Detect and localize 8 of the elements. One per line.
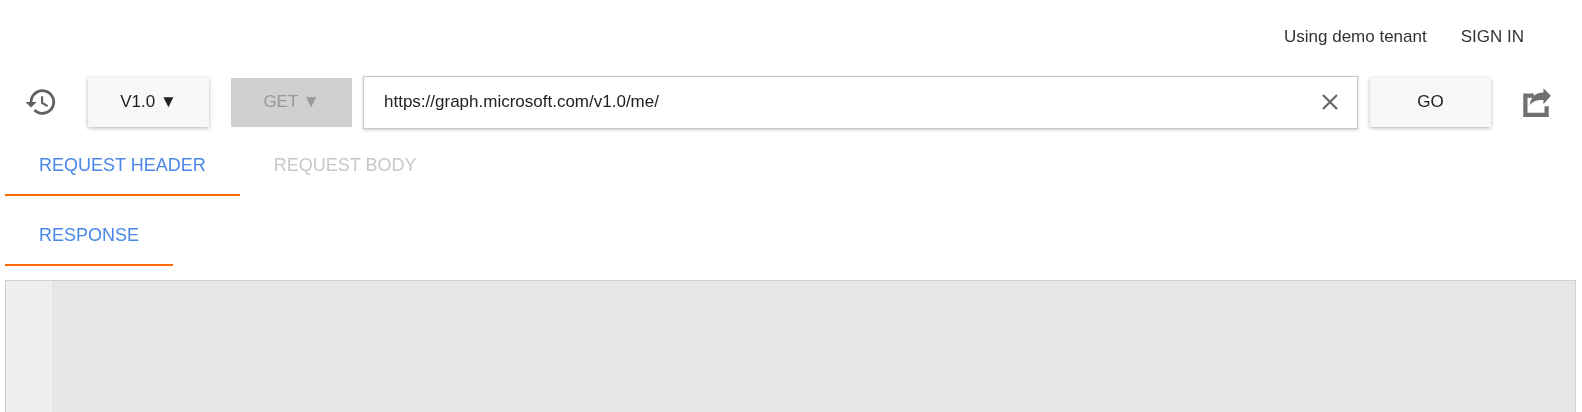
response-tab[interactable]: RESPONSE [5,206,174,266]
tenant-status: Using demo tenant [1284,27,1427,47]
go-button[interactable]: GO [1370,77,1491,127]
request-tab[interactable]: REQUEST HEADER [5,136,240,196]
sign-in-button[interactable]: SIGN IN [1460,27,1524,47]
url-field[interactable]: https://graph.microsoft.com/v1.0/me/ [363,75,1358,129]
clear-icon[interactable] [1320,91,1340,112]
version-dropdown[interactable]: V1.0 ▼ [88,77,209,127]
